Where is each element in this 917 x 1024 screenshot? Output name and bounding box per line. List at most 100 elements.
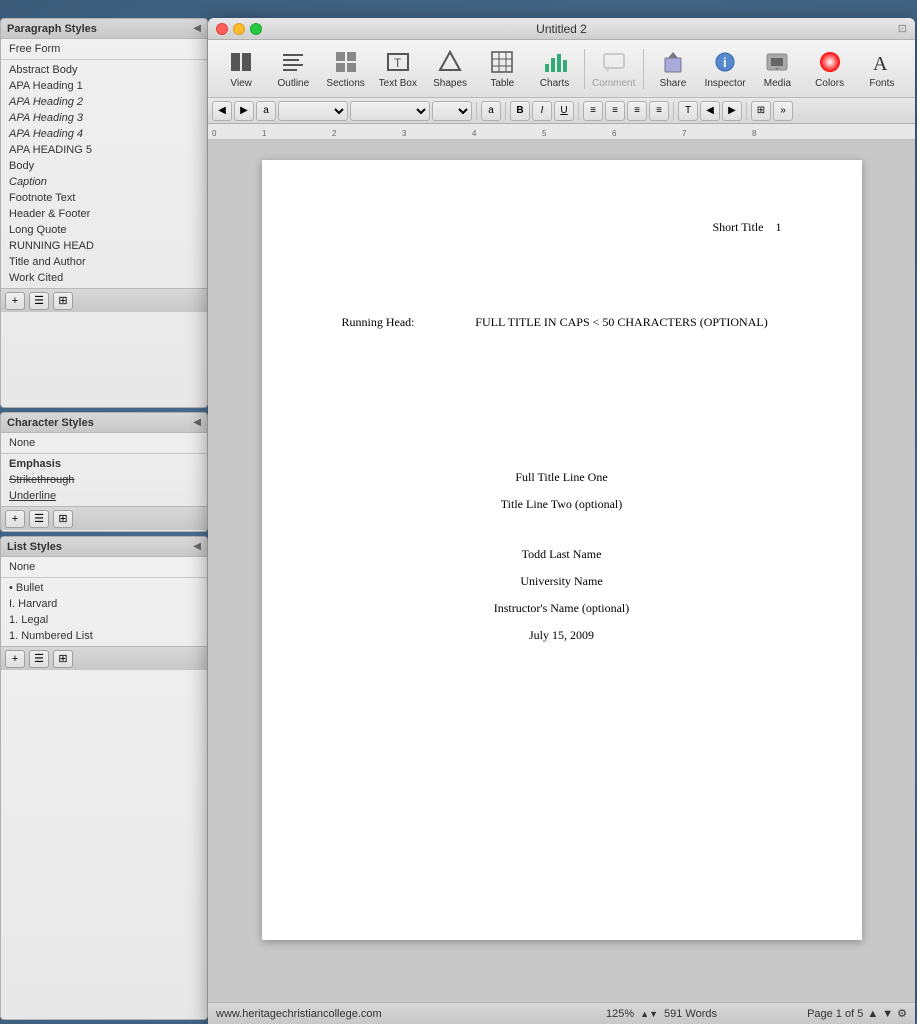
char-list-view-btn[interactable]: ☰ — [29, 510, 49, 528]
toolbar-btn-textbox-label: Text Box — [379, 78, 417, 89]
toolbar-btn-inspector[interactable]: i Inspector — [700, 44, 750, 94]
size-select[interactable] — [432, 101, 472, 121]
sections-icon — [332, 48, 360, 76]
add-paragraph-style-btn[interactable]: + — [5, 292, 25, 310]
paragraph-style-item-apa-heading-1[interactable]: APA Heading 1 — [1, 78, 207, 94]
character-style-item-emphasis[interactable]: Emphasis — [1, 456, 207, 472]
resize-icon[interactable]: ⊡ — [898, 22, 907, 35]
format-a-btn[interactable]: a — [481, 101, 501, 121]
list-btn[interactable]: T — [678, 101, 698, 121]
character-styles-toggle[interactable]: ◀ — [193, 417, 201, 428]
doc-body-line-2[interactable] — [342, 524, 782, 539]
character-styles-footer: + ☰ ⊞ — [1, 506, 207, 530]
doc-body-line-1[interactable]: Title Line Two (optional) — [342, 497, 782, 512]
char-grid-view-btn[interactable]: ⊞ — [53, 510, 73, 528]
align-left-btn[interactable]: ≡ — [583, 101, 603, 121]
page-header: Short Title 1 — [342, 220, 782, 235]
toolbar-btn-media[interactable]: Media — [752, 44, 802, 94]
document-body-center[interactable]: Full Title Line One Title Line Two (optio… — [342, 470, 782, 643]
character-style-item-underline[interactable]: Underline — [1, 488, 207, 504]
format-forward-btn[interactable]: ▶ — [234, 101, 254, 121]
svg-text:1: 1 — [262, 129, 267, 138]
toolbar-btn-view[interactable]: View — [216, 44, 266, 94]
toolbar-btn-table[interactable]: Table — [477, 44, 527, 94]
toolbar-btn-outline[interactable]: Outline — [268, 44, 318, 94]
close-button[interactable] — [216, 23, 228, 35]
inspector-icon: i — [711, 48, 739, 76]
indent-plus-btn[interactable]: ▶ — [722, 101, 742, 121]
paragraph-style-item-footnote-text[interactable]: Footnote Text — [1, 190, 207, 206]
paragraph-style-item-header-&-footer[interactable]: Header & Footer — [1, 206, 207, 222]
paragraph-style-item-work-cited[interactable]: Work Cited — [1, 270, 207, 286]
add-character-style-btn[interactable]: + — [5, 510, 25, 528]
toolbar-btn-colors[interactable]: Colors — [805, 44, 855, 94]
doc-body-line-5[interactable]: Instructor's Name (optional) — [342, 601, 782, 616]
status-scroll-down[interactable]: ▼ — [882, 1008, 893, 1020]
format-back-btn[interactable]: ◀ — [212, 101, 232, 121]
list-style-item-1-legal[interactable]: 1. Legal — [1, 612, 207, 628]
minimize-button[interactable] — [233, 23, 245, 35]
svg-text:i: i — [723, 55, 727, 70]
paragraph-style-item-long-quote[interactable]: Long Quote — [1, 222, 207, 238]
toolbar-btn-inspector-label: Inspector — [705, 78, 746, 89]
list-style-item-i-harvard[interactable]: I. Harvard — [1, 596, 207, 612]
shapes-icon — [436, 48, 464, 76]
paragraph-style-item-title-and-author[interactable]: Title and Author — [1, 254, 207, 270]
align-center-btn[interactable]: ≡ — [605, 101, 625, 121]
ruler: 0 1 2 3 4 5 6 7 8 — [208, 124, 915, 140]
status-zoom-arrows[interactable]: ▲▼ — [640, 1009, 658, 1019]
font-select[interactable] — [350, 101, 430, 121]
align-justify-btn[interactable]: ≡ — [649, 101, 669, 121]
paragraph-style-item-apa-heading-4[interactable]: APA Heading 4 — [1, 126, 207, 142]
paragraph-style-item-caption[interactable]: Caption — [1, 174, 207, 190]
paragraph-style-item-running-head[interactable]: RUNNING HEAD — [1, 238, 207, 254]
italic-btn[interactable]: I — [532, 101, 552, 121]
format-style-a-btn[interactable]: a — [256, 101, 276, 121]
toolbar-btn-shapes[interactable]: Shapes — [425, 44, 475, 94]
character-style-item-none[interactable]: None — [1, 435, 207, 451]
add-list-style-btn[interactable]: + — [5, 650, 25, 668]
toolbar-btn-charts[interactable]: Charts — [529, 44, 579, 94]
status-scroll-up[interactable]: ▲ — [867, 1008, 878, 1020]
doc-body-line-4[interactable]: University Name — [342, 574, 782, 589]
format-separator-1 — [476, 102, 477, 120]
paragraph-style-item-free-form[interactable]: Free Form — [1, 41, 207, 57]
list-styles-toggle[interactable]: ◀ — [193, 541, 201, 552]
toolbar-btn-share[interactable]: Share — [648, 44, 698, 94]
view-icon — [227, 48, 255, 76]
list-grid-view-btn[interactable]: ⊞ — [53, 650, 73, 668]
toolbar-btn-sections[interactable]: Sections — [320, 44, 370, 94]
doc-body-line-3[interactable]: Todd Last Name — [342, 547, 782, 562]
align-right-btn[interactable]: ≡ — [627, 101, 647, 121]
list-style-item-none[interactable]: None — [1, 559, 207, 575]
indent-minus-btn[interactable]: ◀ — [700, 101, 720, 121]
bold-btn[interactable]: B — [510, 101, 530, 121]
toolbar-btn-textbox[interactable]: TText Box — [373, 44, 423, 94]
content-area: Short Title 1 Running Head: FULL TITLE I… — [208, 140, 915, 1002]
toolbar-btn-fonts[interactable]: AFonts — [857, 44, 907, 94]
svg-text:7: 7 — [682, 129, 687, 138]
list-styles-footer: + ☰ ⊞ — [1, 646, 207, 670]
paragraph-style-item-apa-heading-3[interactable]: APA Heading 3 — [1, 110, 207, 126]
para-list-view-btn[interactable]: ☰ — [29, 292, 49, 310]
para-grid-view-btn[interactable]: ⊞ — [53, 292, 73, 310]
status-settings[interactable]: ⚙ — [897, 1007, 907, 1020]
doc-body-line-0[interactable]: Full Title Line One — [342, 470, 782, 485]
document-canvas[interactable]: Short Title 1 Running Head: FULL TITLE I… — [208, 140, 915, 1002]
paragraph-styles-toggle[interactable]: ◀ — [193, 23, 201, 34]
more-btn[interactable]: » — [773, 101, 793, 121]
list-list-view-btn[interactable]: ☰ — [29, 650, 49, 668]
doc-body-line-6[interactable]: July 15, 2009 — [342, 628, 782, 643]
paragraph-style-select[interactable] — [278, 101, 348, 121]
maximize-button[interactable] — [250, 23, 262, 35]
character-styles-list: None EmphasisStrikethroughUnderline — [1, 433, 207, 506]
character-style-item-strikethrough[interactable]: Strikethrough — [1, 472, 207, 488]
paragraph-style-item-abstract-body[interactable]: Abstract Body — [1, 62, 207, 78]
paragraph-style-item-apa-heading-2[interactable]: APA Heading 2 — [1, 94, 207, 110]
list-style-item--bullet[interactable]: • Bullet — [1, 580, 207, 596]
paragraph-style-item-apa-heading-5[interactable]: APA HEADING 5 — [1, 142, 207, 158]
columns-btn[interactable]: ⊞ — [751, 101, 771, 121]
paragraph-style-item-body[interactable]: Body — [1, 158, 207, 174]
underline-btn[interactable]: U — [554, 101, 574, 121]
list-style-item-1-numbered-list[interactable]: 1. Numbered List — [1, 628, 207, 644]
